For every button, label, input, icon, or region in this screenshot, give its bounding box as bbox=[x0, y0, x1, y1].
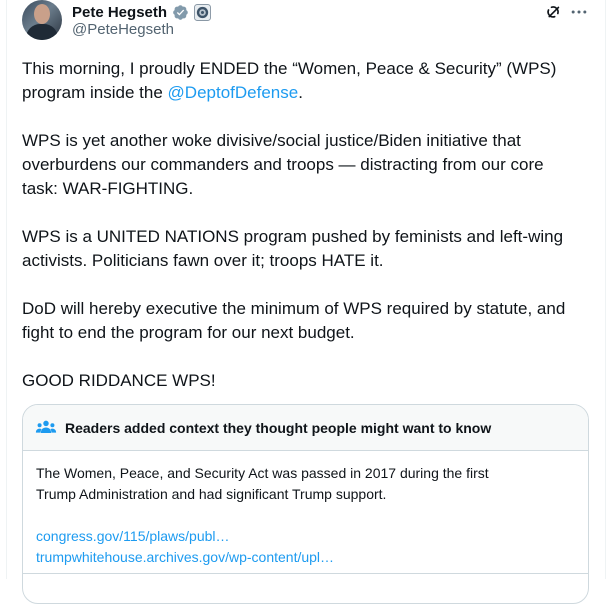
note-line: Trump Administration and had significant… bbox=[36, 486, 387, 502]
tweet-line: activists. Politicians fawn over it; tro… bbox=[22, 251, 384, 270]
people-icon bbox=[35, 420, 57, 433]
avatar-suit bbox=[26, 24, 58, 40]
tweet-line: fight to end the program for our next bu… bbox=[22, 323, 355, 342]
tweet-line-end: . bbox=[298, 83, 303, 102]
tweet-line: WPS is a UNITED NATIONS program pushed b… bbox=[22, 227, 564, 246]
note-links: congress.gov/115/plaws/publ… trumpwhiteh… bbox=[36, 526, 575, 568]
author-row: Pete Hegseth bbox=[72, 2, 212, 22]
note-source-link[interactable]: congress.gov/115/plaws/publ… bbox=[36, 526, 575, 547]
tweet-line: GOOD RIDDANCE WPS! bbox=[22, 371, 216, 390]
community-note-header[interactable]: Readers added context they thought peopl… bbox=[23, 405, 588, 451]
tweet-line: program inside the bbox=[22, 83, 168, 102]
tweet-paragraph-3: WPS is a UNITED NATIONS program pushed b… bbox=[22, 225, 590, 273]
tweet-paragraph-4: DoD will hereby executive the minimum of… bbox=[22, 297, 590, 345]
mention-link[interactable]: @DeptofDefense bbox=[168, 83, 299, 102]
avatar[interactable] bbox=[22, 0, 62, 40]
government-affiliation-icon[interactable] bbox=[194, 3, 212, 21]
tweet-text: This morning, I proudly ENDED the “Women… bbox=[22, 57, 590, 393]
verified-badge-icon[interactable] bbox=[172, 4, 189, 21]
tweet-line: This morning, I proudly ENDED the “Women… bbox=[22, 59, 557, 78]
tweet-line: WPS is yet another woke divisive/social … bbox=[22, 131, 521, 150]
tweet-paragraph-1: This morning, I proudly ENDED the “Women… bbox=[22, 57, 590, 105]
tweet-paragraph-5: GOOD RIDDANCE WPS! bbox=[22, 369, 590, 393]
author-name[interactable]: Pete Hegseth bbox=[72, 4, 167, 21]
tweet-line: overburdens our commanders and troops — … bbox=[22, 155, 544, 174]
tweet-line: task: WAR-FIGHTING. bbox=[22, 179, 194, 198]
note-text: The Women, Peace, and Security Act was p… bbox=[36, 463, 575, 505]
grok-icon[interactable] bbox=[543, 2, 563, 22]
avatar-face bbox=[34, 4, 50, 24]
community-note-body: The Women, Peace, and Security Act was p… bbox=[23, 451, 588, 568]
author-handle[interactable]: @PeteHegseth bbox=[72, 21, 174, 38]
more-options-icon[interactable] bbox=[569, 2, 589, 22]
community-note-title: Readers added context they thought peopl… bbox=[65, 419, 492, 436]
note-divider bbox=[23, 573, 588, 574]
community-note: Readers added context they thought peopl… bbox=[22, 404, 589, 604]
note-source-link[interactable]: trumpwhitehouse.archives.gov/wp-content/… bbox=[36, 547, 575, 568]
note-line: The Women, Peace, and Security Act was p… bbox=[36, 465, 489, 481]
tweet-line: DoD will hereby executive the minimum of… bbox=[22, 299, 566, 318]
tweet-paragraph-2: WPS is yet another woke divisive/social … bbox=[22, 129, 590, 201]
